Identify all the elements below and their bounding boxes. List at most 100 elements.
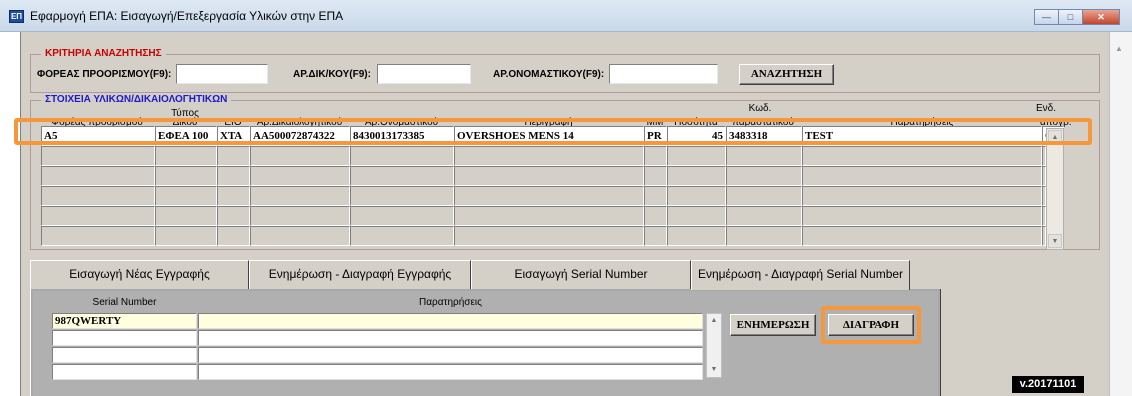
row1-kod[interactable]: 3483318 [726, 126, 802, 146]
delete-button[interactable]: ΔΙΑΓΡΑΦΗ [828, 314, 914, 336]
grid-empty-cell[interactable] [155, 146, 217, 166]
row1-posotita[interactable]: 45 [667, 126, 726, 146]
grid-empty-cell[interactable] [667, 206, 726, 226]
serial-input-3[interactable] [52, 347, 197, 363]
serial-list-scrollbar[interactable]: ▲ ▼ [706, 313, 722, 378]
remarks-input-3[interactable] [198, 347, 703, 363]
grid-empty-cell[interactable] [726, 146, 802, 166]
grid-empty-cell[interactable] [217, 206, 250, 226]
search-criteria-legend: ΚΡΙΤΗΡΙΑ ΑΝΑΖΗΤΗΣΗΣ [41, 48, 166, 59]
grid-empty-cell[interactable] [802, 166, 1042, 186]
window-titlebar: ΕΠ Εφαρμογή ΕΠΑ: Εισαγωγή/Επεξεργασία Υλ… [0, 0, 1132, 32]
grid-empty-cell[interactable] [155, 206, 217, 226]
grid-empty-cell[interactable] [250, 166, 350, 186]
window-title: Εφαρμογή ΕΠΑ: Εισαγωγή/Επεξεργασία Υλικώ… [30, 9, 344, 23]
grid-empty-cell[interactable] [454, 186, 644, 206]
grid-empty-cell[interactable] [726, 186, 802, 206]
maximize-button[interactable]: □ [1058, 9, 1082, 25]
serial-input-2[interactable] [52, 330, 197, 346]
materials-legend: ΣΤΟΙΧΕΙΑ ΥΛΙΚΩΝ/ΔΙΚΑΙΟΛΟΓΗΤΙΚΩΝ [41, 94, 232, 105]
minimize-button[interactable]: — [1034, 9, 1058, 25]
grid-empty-cell[interactable] [644, 166, 667, 186]
remarks-header: Παρατηρήσεις [419, 297, 482, 308]
serial-number-header: Serial Number [92, 297, 157, 308]
serial-scroll-down-icon[interactable]: ▼ [708, 364, 720, 376]
grid-empty-cell[interactable] [41, 186, 155, 206]
grid-empty-cell[interactable] [667, 146, 726, 166]
grid-empty-cell[interactable] [217, 226, 250, 246]
remarks-input-2[interactable] [198, 330, 703, 346]
row1-onom[interactable]: 8430013173385 [350, 126, 454, 146]
row1-dik[interactable]: ΑΑ500072874322 [250, 126, 350, 146]
grid-empty-cell[interactable] [250, 146, 350, 166]
grid-empty-cell[interactable] [454, 226, 644, 246]
close-button[interactable]: ✕ [1082, 9, 1120, 25]
window-scrollbar[interactable]: ▲ [1109, 32, 1132, 396]
row1-perigrafi[interactable]: OVERSHOES MENS 14 [454, 126, 644, 146]
grid-empty-cell[interactable] [802, 146, 1042, 166]
grid-empty-cell[interactable] [726, 206, 802, 226]
version-label: v.20171101 [1012, 376, 1084, 393]
remarks-input-1[interactable] [198, 313, 703, 329]
grid-empty-cell[interactable] [644, 226, 667, 246]
grid-empty-cell[interactable] [155, 166, 217, 186]
remarks-input-4[interactable] [198, 364, 703, 380]
grid-empty-cell[interactable] [155, 226, 217, 246]
row1-foreas[interactable]: Α5 [41, 126, 155, 146]
grid-empty-cell[interactable] [667, 186, 726, 206]
grid-empty-cell[interactable] [454, 146, 644, 166]
grid-empty-cell[interactable] [250, 226, 350, 246]
grid-empty-cell[interactable] [41, 146, 155, 166]
serial-input-1[interactable]: 987QWERTY [52, 313, 197, 329]
serial-input-4[interactable] [52, 364, 197, 380]
grid-empty-cell[interactable] [350, 226, 454, 246]
grid-empty-cell[interactable] [217, 186, 250, 206]
grid-empty-cell[interactable] [41, 166, 155, 186]
grid-empty-cell[interactable] [155, 186, 217, 206]
grid-empty-cell[interactable] [41, 226, 155, 246]
grid-empty-cell[interactable] [644, 206, 667, 226]
tab-update-delete-serial[interactable]: Ενημέρωση - Διαγραφή Serial Number [691, 260, 910, 290]
grid-empty-cell[interactable] [726, 226, 802, 246]
grid-empty-cell[interactable] [350, 206, 454, 226]
grid-empty-cell[interactable] [350, 146, 454, 166]
grid-empty-cell[interactable] [250, 206, 350, 226]
dik-input[interactable] [377, 64, 471, 84]
row1-paratiriseis[interactable]: TEST [802, 126, 1042, 146]
destination-label: ΦΟΡΕΑΣ ΠΡΟΟΡΙΣΜΟΥ(F9): [37, 69, 172, 80]
grid-scroll-up-icon[interactable]: ▲ [1048, 130, 1062, 144]
tab-new-serial[interactable]: Εισαγωγή Serial Number [471, 260, 691, 289]
grid-empty-cell[interactable] [802, 186, 1042, 206]
grid-empty-cell[interactable] [454, 166, 644, 186]
row1-mm[interactable]: PR [644, 126, 667, 146]
grid-empty-cell[interactable] [644, 146, 667, 166]
grid-empty-cell[interactable] [802, 206, 1042, 226]
grid-empty-cell[interactable] [350, 186, 454, 206]
grid-empty-cell[interactable] [217, 146, 250, 166]
destination-input[interactable] [176, 64, 268, 84]
search-button[interactable]: ΑΝΑΖΗΤΗΣΗ [739, 64, 834, 85]
grid-empty-cell[interactable] [644, 186, 667, 206]
row1-eio[interactable]: ΧΤΑ [217, 126, 250, 146]
grid-empty-cell[interactable] [454, 206, 644, 226]
row1-type[interactable]: ΕΦΕΑ 100 [155, 126, 217, 146]
scroll-up-icon[interactable]: ▲ [1115, 44, 1123, 53]
grid-empty-cell[interactable] [667, 166, 726, 186]
tab-new-record[interactable]: Εισαγωγή Νέας Εγγραφής [30, 260, 249, 289]
tab-update-delete-record[interactable]: Ενημέρωση - Διαγραφή Εγγραφής [249, 260, 471, 289]
grid-empty-cell[interactable] [217, 166, 250, 186]
grid-empty-cell[interactable] [350, 166, 454, 186]
serial-scroll-up-icon[interactable]: ▲ [708, 315, 720, 327]
grid-empty-cell[interactable] [41, 206, 155, 226]
grid-empty-cell[interactable] [802, 226, 1042, 246]
grid-empty-cell[interactable] [726, 166, 802, 186]
onom-input[interactable] [609, 64, 718, 84]
kod-header-top: Κωδ. [748, 103, 772, 114]
grid-empty-cell[interactable] [667, 226, 726, 246]
end-header-top: Ενδ. [1035, 103, 1056, 114]
grid-scrollbar[interactable]: ▲ ▼ [1046, 128, 1064, 250]
grid-empty-cell[interactable] [250, 186, 350, 206]
app-icon: ΕΠ [9, 10, 24, 23]
grid-scroll-down-icon[interactable]: ▼ [1048, 234, 1062, 248]
update-button[interactable]: ΕΝΗΜΕΡΩΣΗ [730, 314, 816, 336]
